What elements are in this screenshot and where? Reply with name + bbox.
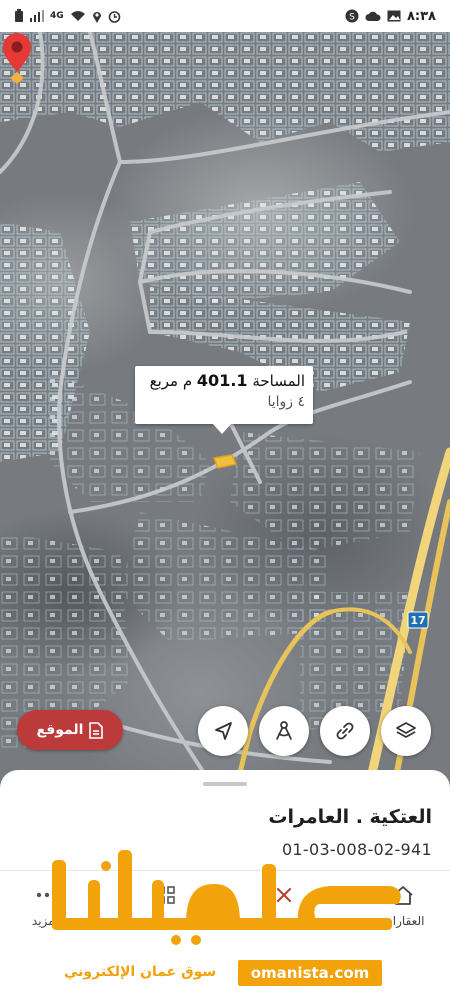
measure-button[interactable] [259,706,309,756]
navigate-icon [215,722,232,740]
network-type: 4G [50,11,64,21]
nav-item-properties[interactable]: العقارات [374,882,432,952]
navigate-button[interactable] [198,706,248,756]
map-pin-icon[interactable] [0,32,34,88]
document-icon [89,721,104,739]
cloud-icon [365,11,381,22]
layers-button[interactable] [381,706,431,756]
bottom-nav: المزيد العقارات [0,882,450,952]
location-icon [92,10,102,23]
link-icon [336,722,354,740]
parcel-code: 01-03-008-02-941 [281,840,432,859]
parcel-info-popup[interactable]: المساحة 401.1 م مربع ٤ زوايا [135,366,313,424]
parcel-corners: ٤ زوايا [267,394,305,410]
battery-icon [14,9,24,23]
area-label: المساحة [252,372,305,390]
gallery-icon [387,10,401,22]
place-name: العتكية . العامرات [268,806,432,828]
grid-icon [153,882,179,908]
parcel-bottom-sheet[interactable]: العتكية . العامرات 01-03-008-02-941 المز… [0,770,450,1000]
sheet-drag-handle[interactable] [203,782,247,786]
status-right: S ٨:٣٨ [345,9,436,24]
nav-item-tools[interactable] [255,882,313,952]
divider [0,870,450,871]
layers-icon [396,722,416,738]
measure-icon [276,721,292,740]
nav-item-more[interactable]: المزيد [18,882,76,952]
share-link-button[interactable] [320,706,370,756]
area-value: 401.1 [196,371,248,390]
road-shield-number: 17 [410,614,426,627]
nav-label-properties: العقارات [381,914,425,928]
wifi-icon [70,10,86,22]
location-button[interactable]: الموقع [17,710,123,750]
svg-text:S: S [349,13,355,23]
more-icon [34,882,60,908]
popup-pointer [212,423,232,434]
nav-item-grid[interactable] [137,882,195,952]
parcel-area: المساحة 401.1 م مربع [143,371,305,390]
satellite-map[interactable]: 17 المساحة 401.1 م مربع ٤ زوايا [0,32,450,782]
home-icon [390,882,416,908]
area-unit: م مربع [149,372,193,390]
status-bar: 4G S ٨:٣٨ [0,0,450,32]
clock: ٨:٣٨ [406,8,436,24]
location-button-label: الموقع [36,722,84,738]
signal-icon [30,10,44,22]
tools-icon [271,882,297,908]
alarm-icon [108,10,121,23]
shazam-icon: S [345,9,359,23]
status-left: 4G [14,9,121,23]
nav-label-more: المزيد [31,914,63,928]
